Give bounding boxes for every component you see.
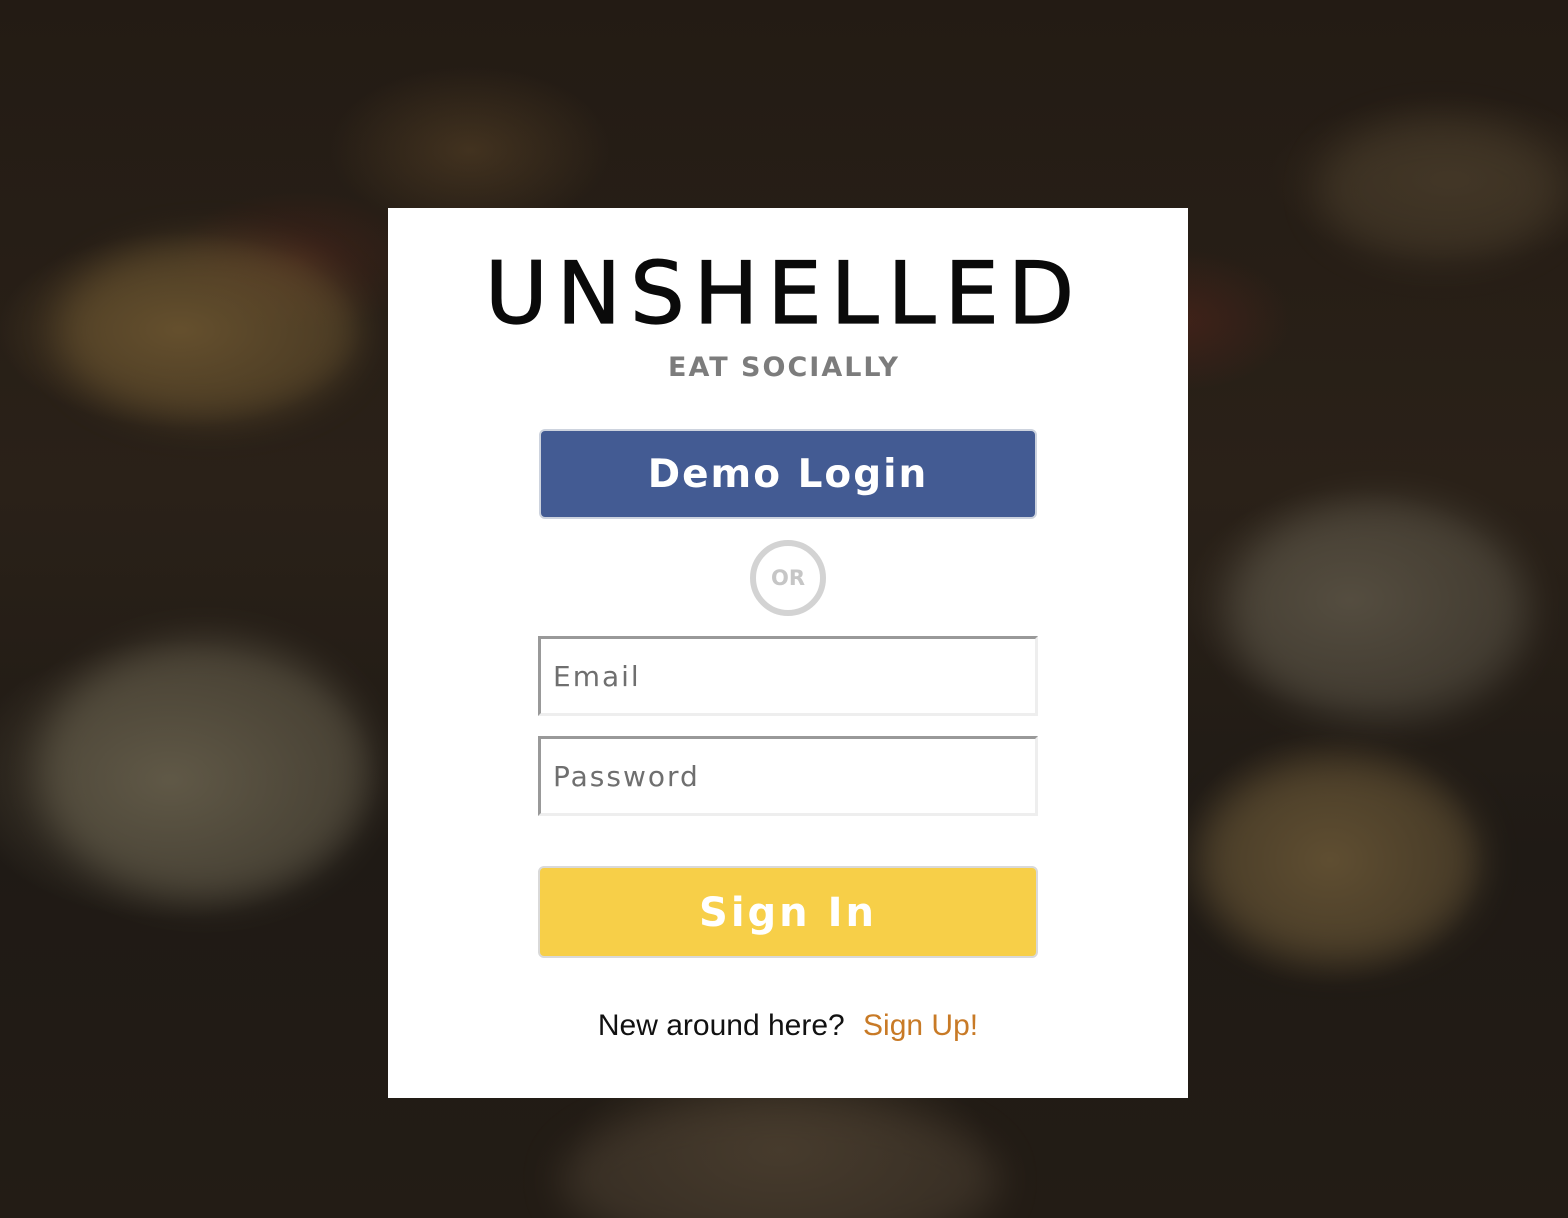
password-input[interactable]: [538, 736, 1038, 816]
signup-prompt: New around here?: [597, 1009, 845, 1042]
sign-up-link[interactable]: Sign Up!: [863, 1009, 978, 1042]
email-input[interactable]: [538, 636, 1038, 716]
sign-in-button[interactable]: Sign In: [538, 866, 1038, 958]
brand-tagline: EAT SOCIALLY: [668, 352, 900, 383]
demo-login-button[interactable]: Demo Login: [539, 429, 1037, 519]
brand-logo: UNSHELLED: [484, 243, 1084, 344]
signup-row: New around here? Sign Up!: [388, 1004, 1188, 1048]
or-divider: OR: [750, 540, 826, 616]
